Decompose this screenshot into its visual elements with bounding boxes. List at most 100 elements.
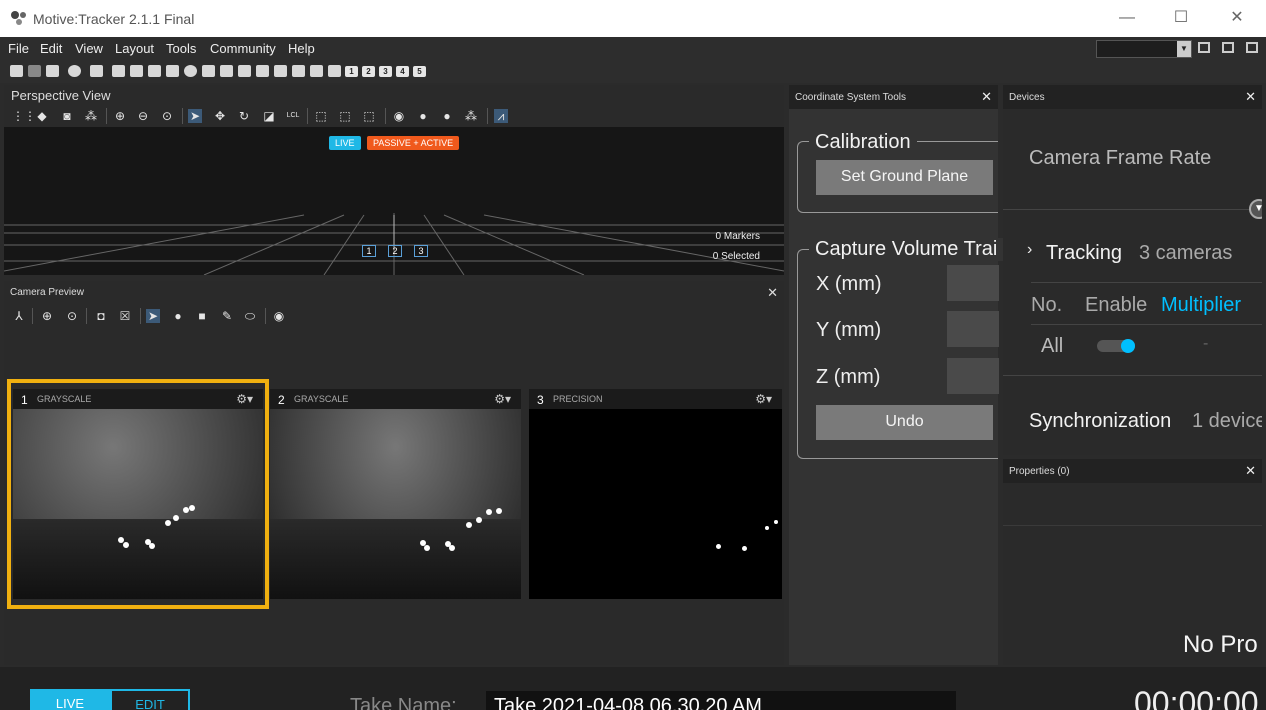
edit-mode-button[interactable]: EDIT — [110, 689, 190, 710]
new-project-icon[interactable] — [10, 65, 23, 77]
collapse-icon[interactable]: ▼ — [1249, 199, 1262, 219]
cube-icon[interactable]: ◆ — [35, 109, 49, 123]
graph-icon[interactable] — [274, 65, 287, 77]
rect-tool-icon[interactable]: ■ — [195, 309, 209, 323]
graph-view-icon[interactable]: ⩘ — [494, 109, 508, 123]
layout-icon[interactable] — [1198, 42, 1210, 53]
camera-tile-1[interactable]: 1 GRAYSCALE ⚙▾ — [13, 389, 263, 599]
move-icon[interactable]: ✥ — [213, 109, 227, 123]
zoom-fit-icon[interactable]: ⊙ — [65, 309, 79, 323]
pen-tool-icon[interactable]: ✎ — [220, 309, 234, 323]
gear-icon[interactable]: ⚙▾ — [755, 392, 772, 406]
layout-1-button[interactable]: 1 — [345, 66, 358, 77]
minimize-button[interactable]: — — [1104, 6, 1150, 30]
zoom-in-icon[interactable]: ⊕ — [40, 309, 54, 323]
menu-layout[interactable]: Layout — [115, 41, 154, 56]
maximize-button[interactable]: ☐ — [1158, 6, 1204, 30]
select-box-icon[interactable]: ⬚ — [314, 109, 328, 123]
synchronization-label[interactable]: Synchronization — [1029, 410, 1171, 433]
tracking-label[interactable]: Tracking — [1046, 242, 1122, 265]
tower-icon[interactable] — [328, 65, 341, 77]
set-ground-plane-button[interactable]: Set Ground Plane — [816, 160, 993, 195]
assets-icon[interactable] — [148, 65, 161, 77]
erase-tool-icon[interactable]: ⬭ — [243, 309, 257, 323]
layout-dropdown[interactable]: ▼ — [1096, 40, 1192, 58]
marker-count: 0 Markers — [715, 231, 760, 242]
menu-view[interactable]: View — [75, 41, 103, 56]
markers-icon[interactable]: ● — [440, 109, 454, 123]
undo-button[interactable]: Undo — [816, 405, 993, 440]
z-label: Z (mm) — [816, 366, 881, 388]
local-coords-button[interactable]: LCL — [284, 109, 302, 123]
tools-icon[interactable] — [238, 65, 251, 77]
select-cursor-icon[interactable]: ➤ — [146, 309, 160, 323]
col-multiplier[interactable]: Multiplier — [1161, 294, 1241, 317]
layout-5-button[interactable]: 5 — [413, 66, 426, 77]
menu-help[interactable]: Help — [288, 41, 315, 56]
circle-tool-icon[interactable]: ● — [171, 309, 185, 323]
z-input[interactable] — [947, 358, 999, 394]
eye-icon[interactable]: ◉ — [392, 109, 406, 123]
gear-icon[interactable]: ⚙▾ — [236, 392, 253, 406]
y-input[interactable] — [947, 311, 999, 347]
marker-icon[interactable]: ● — [416, 109, 430, 123]
live-mode-button[interactable]: LIVE — [30, 689, 110, 710]
properties-close-button[interactable]: ✕ — [1245, 463, 1256, 479]
layout-2-button[interactable]: 2 — [362, 66, 375, 77]
camera-preview-close-button[interactable]: ✕ — [767, 285, 778, 301]
edit-layout-icon[interactable] — [1246, 42, 1258, 53]
menu-tools[interactable]: Tools — [166, 41, 196, 56]
eye-icon[interactable]: ◉ — [272, 309, 286, 323]
network-icon[interactable] — [202, 65, 215, 77]
clear-mask-icon[interactable]: ☒ — [118, 309, 132, 323]
select-cursor-icon[interactable]: ➤ — [188, 109, 202, 123]
expand-icon[interactable] — [220, 65, 233, 77]
layout-4-button[interactable]: 4 — [396, 66, 409, 77]
camera-tile-2[interactable]: 2 GRAYSCALE ⚙▾ — [270, 389, 521, 599]
enable-toggle[interactable] — [1097, 339, 1135, 353]
chevron-right-icon[interactable]: › — [1027, 241, 1032, 259]
open-icon[interactable] — [46, 65, 59, 77]
graph2-icon[interactable] — [292, 65, 305, 77]
camera-tile-3[interactable]: 3 PRECISION ⚙▾ — [529, 389, 782, 599]
control-deck: LIVE EDIT Take Name: Take 2021-04-08 06.… — [0, 667, 1266, 710]
x-input[interactable] — [947, 265, 999, 301]
menu-file[interactable]: File — [8, 41, 29, 56]
menu-edit[interactable]: Edit — [40, 41, 62, 56]
camera-2-marker[interactable]: 2 — [388, 245, 402, 257]
rigid-body-icon[interactable]: ⁂ — [464, 109, 478, 123]
network-view-icon[interactable]: ⁂ — [84, 109, 98, 123]
rotate-icon[interactable]: ↻ — [237, 109, 251, 123]
window-icon[interactable] — [90, 65, 103, 77]
menu-community[interactable]: Community — [210, 41, 276, 56]
select-add-icon[interactable]: ⬚ — [338, 109, 352, 123]
save-icon[interactable] — [28, 65, 41, 77]
camera-3-marker[interactable]: 3 — [414, 245, 428, 257]
list-icon[interactable] — [166, 65, 179, 77]
camera-icon[interactable] — [112, 65, 125, 77]
wireless-icon[interactable] — [310, 65, 323, 77]
close-window-button[interactable]: ✕ — [1214, 6, 1260, 30]
camera-view-icon[interactable]: ◙ — [60, 109, 74, 123]
zoom-fit-icon[interactable]: ⊙ — [160, 109, 174, 123]
select-remove-icon[interactable]: ⬚ — [362, 109, 376, 123]
coord-tools-close-button[interactable]: ✕ — [981, 89, 992, 105]
mask-icon[interactable]: ◘ — [94, 309, 108, 323]
layout-3-button[interactable]: 3 — [379, 66, 392, 77]
grid-icon[interactable]: ⋮⋮ — [12, 109, 36, 123]
chevron-down-icon: ▼ — [1177, 41, 1191, 57]
zoom-out-icon[interactable]: ⊖ — [136, 109, 150, 123]
rectangle-icon[interactable] — [256, 65, 269, 77]
zoom-in-icon[interactable]: ⊕ — [113, 109, 127, 123]
settings-icon[interactable] — [68, 65, 81, 77]
gear-icon[interactable]: ⚙▾ — [494, 392, 511, 406]
scale-icon[interactable]: ◪ — [262, 109, 276, 123]
perspective-title: Perspective View — [11, 88, 111, 103]
save-layout-icon[interactable] — [1222, 42, 1234, 53]
info-icon[interactable] — [184, 65, 197, 77]
take-name-input[interactable]: Take 2021-04-08 06.30.20 AM — [486, 691, 956, 710]
axis-icon[interactable]: ⅄ — [12, 309, 26, 323]
devices-close-button[interactable]: ✕ — [1245, 89, 1256, 105]
database-icon[interactable] — [130, 65, 143, 77]
camera-1-marker[interactable]: 1 — [362, 245, 376, 257]
